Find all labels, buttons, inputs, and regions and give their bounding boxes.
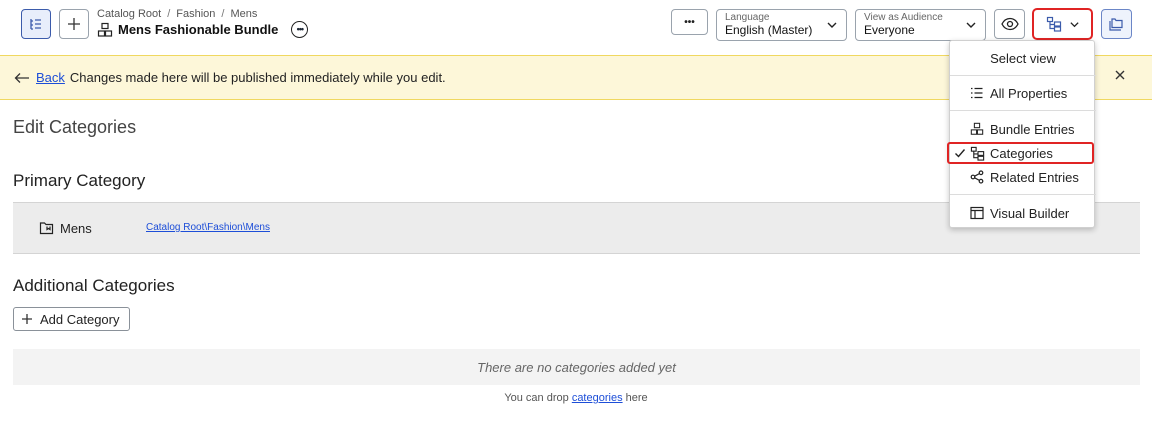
category-tree-icon [1046, 16, 1061, 32]
page-title: Mens Fashionable Bundle [118, 22, 279, 37]
primary-category-heading: Primary Category [13, 171, 146, 190]
audience-select[interactable]: View as Audience Everyone [855, 9, 986, 41]
add-category-label: Add Category [40, 311, 120, 327]
menu-heading: Select view [990, 51, 1056, 66]
menu-item-categories[interactable]: Categories [947, 142, 1094, 164]
close-icon[interactable] [1114, 69, 1126, 81]
breadcrumb-separator: / [221, 8, 225, 20]
audience-value: Everyone [864, 23, 915, 37]
folders-icon [1108, 18, 1123, 31]
categories-link[interactable]: categories [572, 392, 623, 404]
menu-item-label: Related Entries [990, 170, 1079, 185]
breadcrumb-item[interactable]: Catalog Root [97, 8, 161, 20]
language-value: English (Master) [725, 23, 813, 37]
assets-panel-button[interactable] [1101, 9, 1132, 39]
category-tree-icon [970, 146, 985, 161]
menu-item-label: Bundle Entries [990, 122, 1075, 137]
chevron-down-icon [1069, 21, 1079, 27]
plus-icon [22, 314, 32, 324]
select-view-menu: Select view All Properties Bundle Entrie… [947, 40, 1096, 228]
page-heading: Edit Categories [13, 117, 137, 137]
bundle-icon [97, 22, 113, 37]
share-icon [970, 170, 984, 184]
breadcrumb-item[interactable]: Fashion [176, 8, 215, 20]
additional-categories-heading: Additional Categories [13, 276, 175, 295]
more-options-icon[interactable]: ••• [291, 21, 309, 38]
chevron-down-icon [966, 22, 976, 28]
menu-item-label: Categories [990, 146, 1053, 161]
preview-button[interactable] [994, 9, 1025, 39]
category-folder-icon [39, 222, 54, 235]
menu-item-related-entries[interactable]: Related Entries [950, 167, 1096, 187]
drop-hint-text: You can drop [504, 392, 569, 404]
chevron-down-icon [827, 22, 837, 28]
language-select[interactable]: Language English (Master) [716, 9, 847, 41]
drop-hint-text-end: here [625, 392, 648, 404]
breadcrumb: Catalog Root / Fashion / Mens [97, 8, 257, 20]
language-label: Language [725, 12, 770, 23]
banner-message: Changes made here will be published imme… [69, 70, 446, 85]
bundle-icon [970, 122, 984, 135]
tree-toggle-button[interactable] [21, 9, 51, 39]
menu-item-visual-builder[interactable]: Visual Builder [950, 203, 1096, 223]
eye-icon [1000, 17, 1019, 31]
arrow-left-icon[interactable] [14, 72, 30, 84]
menu-item-label: Visual Builder [990, 206, 1070, 221]
layout-icon [970, 206, 984, 220]
primary-category-path-link[interactable]: Catalog Root\Fashion\Mens [146, 222, 270, 233]
menu-item-all-properties[interactable]: All Properties [950, 83, 1096, 103]
menu-item-label: All Properties [990, 86, 1068, 101]
plus-icon [68, 18, 80, 30]
list-icon [971, 87, 983, 99]
menu-item-bundle-entries[interactable]: Bundle Entries [950, 119, 1096, 139]
primary-category-name: Mens [60, 221, 92, 236]
empty-state: There are no categories added yet [13, 349, 1140, 385]
breadcrumb-separator: / [167, 8, 171, 20]
add-category-button[interactable]: Add Category [13, 307, 130, 331]
checkmark-icon [955, 149, 966, 158]
menu-divider [950, 75, 1096, 76]
add-button[interactable] [59, 9, 89, 39]
tree-list-icon [30, 19, 41, 30]
menu-divider [950, 110, 1096, 111]
audience-label: View as Audience [864, 12, 943, 23]
more-actions-button[interactable]: ••• [671, 9, 708, 35]
back-link[interactable]: Back [36, 70, 65, 85]
title-row: Mens Fashionable Bundle ••• [97, 21, 309, 38]
breadcrumb-item[interactable]: Mens [230, 8, 257, 20]
drop-hint: You can drop categories here [0, 392, 1152, 404]
view-switcher-button[interactable] [1032, 8, 1093, 40]
menu-divider [950, 194, 1096, 195]
